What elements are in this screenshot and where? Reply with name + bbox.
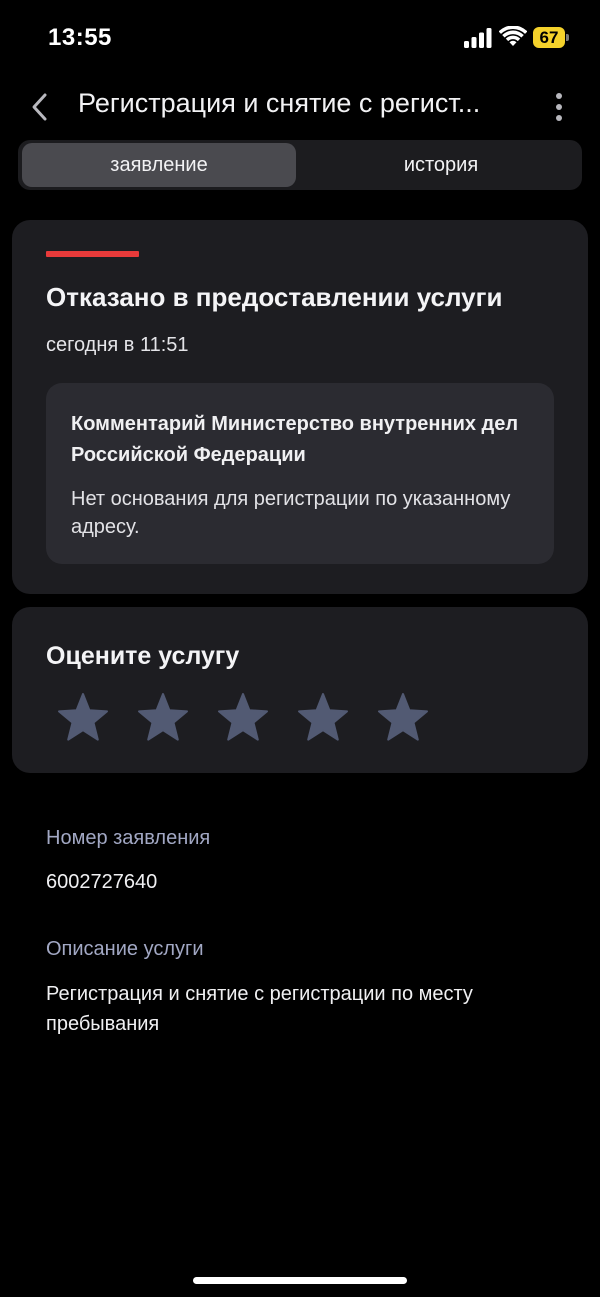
rating-card xyxy=(12,607,588,773)
star-icon[interactable] xyxy=(217,692,269,744)
battery-icon: 67 xyxy=(533,27,569,48)
star-icon[interactable] xyxy=(297,692,349,744)
tab-application[interactable]: заявление xyxy=(22,143,296,187)
service-description-value: Регистрация и снятие с регистрации по ме… xyxy=(46,983,473,1035)
application-number-label: Номер заявления xyxy=(46,827,211,849)
status-title: Отказано в предоставлении услуги xyxy=(46,282,503,312)
star-icon[interactable] xyxy=(57,692,109,744)
signal-icon xyxy=(464,28,492,48)
home-indicator[interactable] xyxy=(193,1277,407,1284)
tab-history[interactable]: история xyxy=(304,143,578,187)
status-accent-line xyxy=(46,251,139,257)
service-description-label: Описание услуги xyxy=(46,938,204,960)
star-icon[interactable] xyxy=(137,692,189,744)
comment-text: Нет основания для регистрации по указанн… xyxy=(71,488,511,538)
status-time: 13:55 xyxy=(48,24,112,51)
comment-title: Комментарий Министерство внутренних дел … xyxy=(71,413,519,466)
back-chevron-icon[interactable] xyxy=(28,91,52,123)
star-icon[interactable] xyxy=(377,692,429,744)
rating-title: Оцените услугу xyxy=(46,642,240,670)
page-title: Регистрация и снятие с регист... xyxy=(78,88,481,118)
wifi-icon xyxy=(499,26,527,46)
battery-level: 67 xyxy=(533,27,565,48)
more-vertical-icon[interactable] xyxy=(552,92,566,122)
application-number-value: 6002727640 xyxy=(46,871,158,893)
status-time-label: сегодня в 11:51 xyxy=(46,334,189,356)
